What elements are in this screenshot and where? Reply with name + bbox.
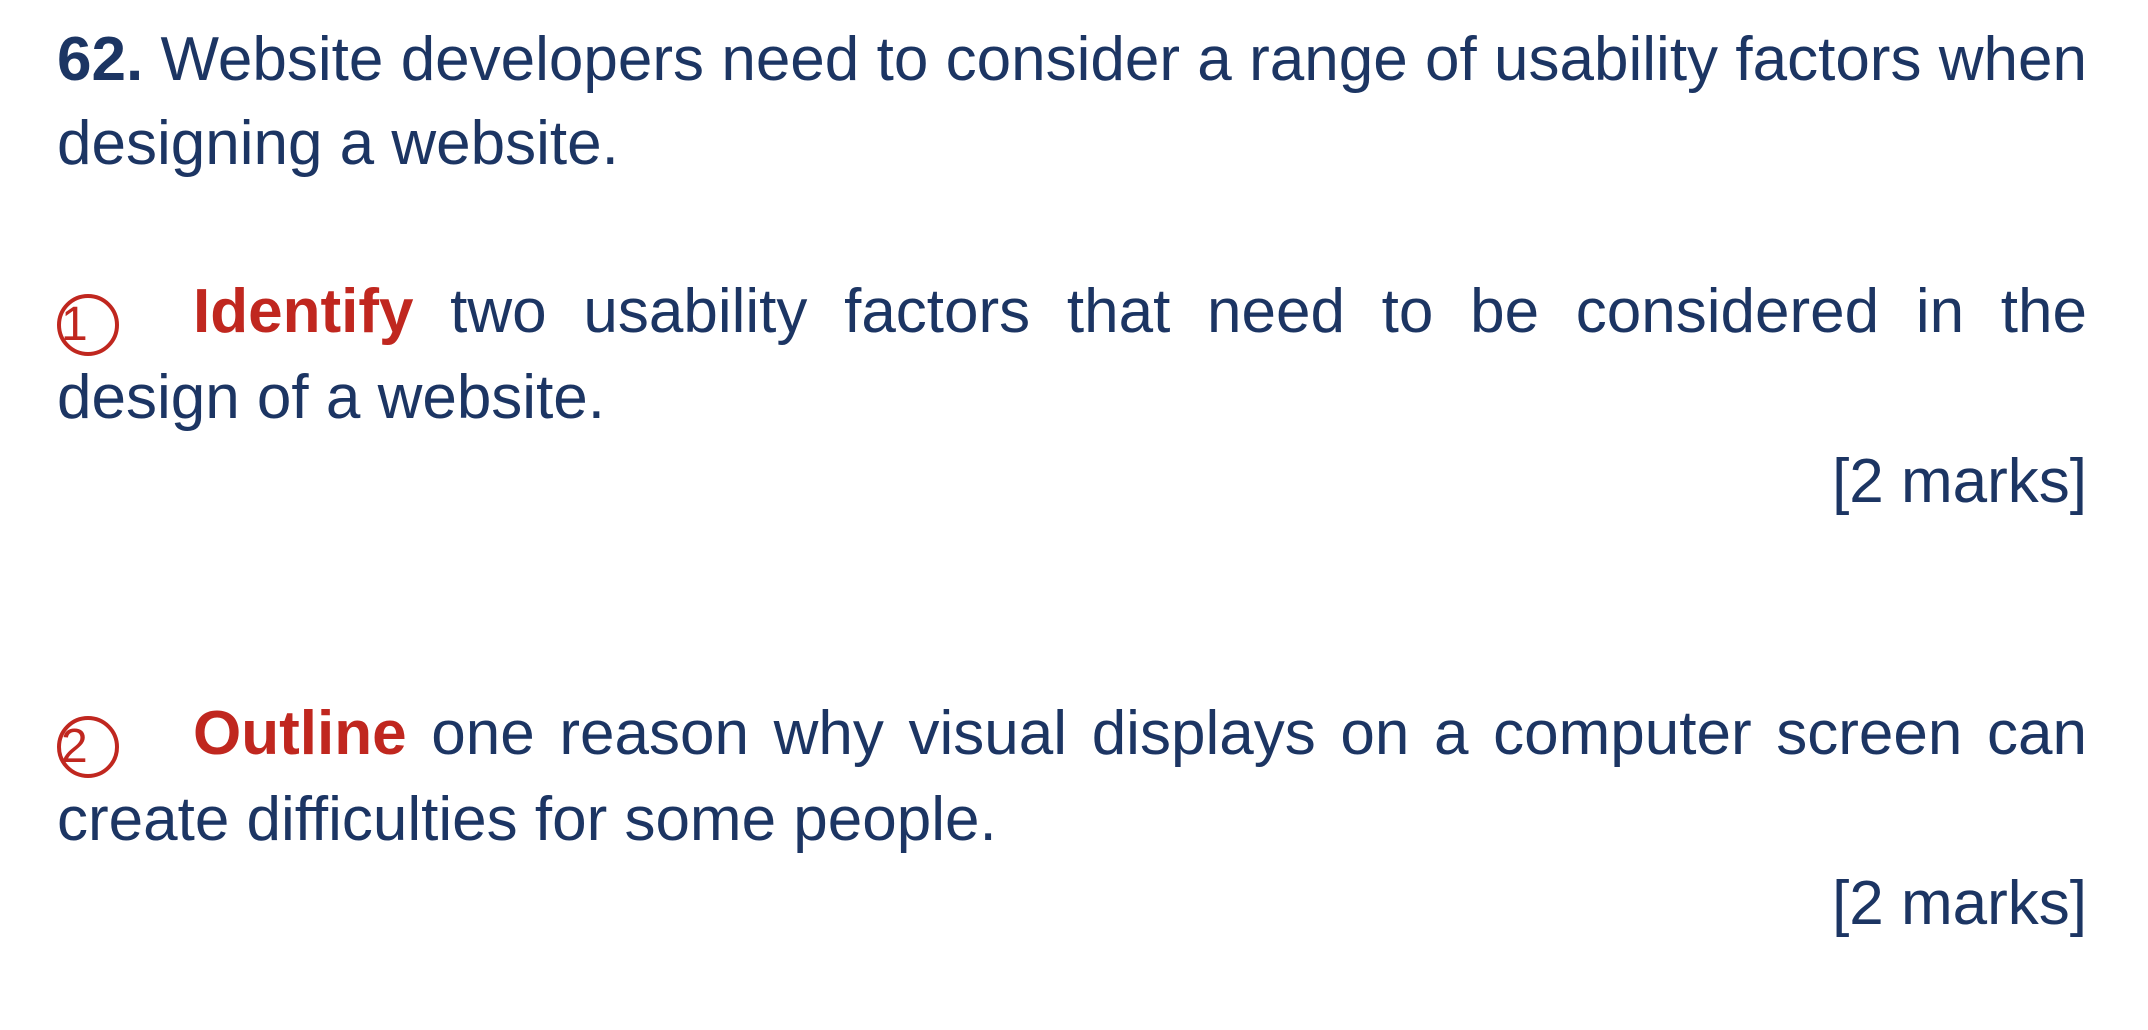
question-number: 62. bbox=[57, 25, 144, 94]
part-2: 2 Outline one reason why visual displays … bbox=[57, 692, 2087, 862]
part-1-marks: [2 marks] bbox=[1832, 447, 2087, 516]
question-page: 62. Website developers need to consider … bbox=[57, 18, 2087, 946]
part-1: 1 Identify two usability factors that nee… bbox=[57, 270, 2087, 440]
command-word-identify: Identify bbox=[193, 277, 414, 346]
command-word-outline: Outline bbox=[193, 699, 407, 768]
part-2-marks: [2 marks] bbox=[1832, 869, 2087, 938]
circled-number-2-icon: 2 bbox=[57, 716, 119, 778]
question-stem-text: Website developers need to consider a ra… bbox=[57, 25, 2087, 178]
circled-number-1-icon: 1 bbox=[57, 294, 119, 356]
question-stem: 62. Website developers need to consider … bbox=[57, 18, 2087, 186]
